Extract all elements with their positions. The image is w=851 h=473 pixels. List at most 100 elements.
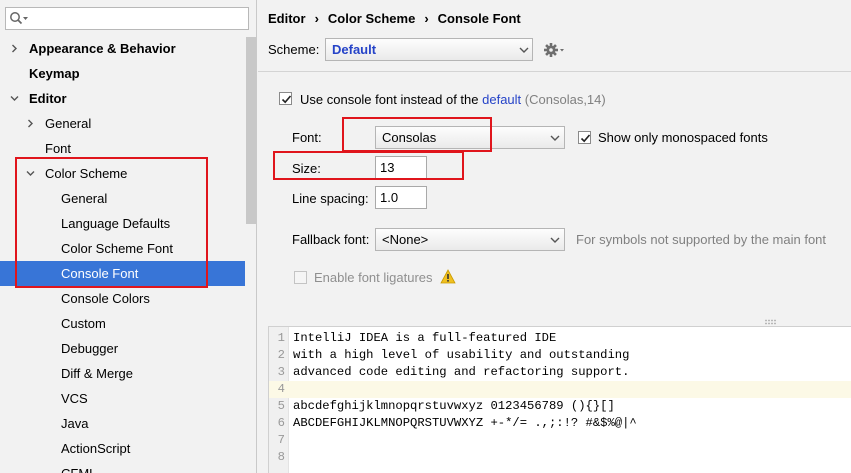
sidebar-item-label: Appearance & Behavior — [29, 41, 176, 56]
preview-line-text: with a high level of usability and outst… — [293, 348, 630, 362]
preview-line: 5 abcdefghijklmnopqrstuvwxyz 0123456789 (… — [269, 398, 851, 415]
chevron-right-icon[interactable] — [10, 44, 19, 53]
sidebar-item[interactable]: CFML — [0, 461, 256, 473]
use-console-font-label: Use console font instead of the default … — [300, 92, 606, 107]
preview-line: 6 ABCDEFGHIJKLMNOPQRSTUVWXYZ +-*/= .,;:!?… — [269, 415, 851, 432]
line-number: 2 — [277, 348, 285, 362]
breadcrumb-color-scheme: Color Scheme — [327, 11, 416, 26]
sidebar-item[interactable]: Diff & Merge — [0, 361, 256, 386]
font-dropdown[interactable]: Consolas — [375, 126, 565, 149]
sidebar-item-label: Keymap — [29, 66, 80, 81]
preview-line-text: advanced code editing and refactoring su… — [293, 365, 630, 379]
sidebar-item[interactable]: Appearance & Behavior — [0, 36, 256, 61]
sidebar-item[interactable]: Editor — [0, 86, 256, 111]
sidebar-item-label: Custom — [61, 316, 106, 331]
line-number: 1 — [277, 331, 285, 345]
checkmark-icon — [281, 95, 292, 104]
default-font-link[interactable]: default — [482, 92, 521, 107]
sidebar-item[interactable]: Console Colors — [0, 286, 256, 311]
sidebar-item-label: Color Scheme — [45, 166, 128, 181]
sidebar-item-label: Debugger — [61, 341, 119, 356]
settings-search-input[interactable] — [5, 7, 249, 30]
sidebar-item[interactable]: Debugger — [0, 336, 256, 361]
font-ligatures-checkbox[interactable] — [294, 271, 307, 284]
monospaced-only-checkbox[interactable] — [578, 131, 591, 144]
line-number: 3 — [277, 365, 285, 379]
size-input[interactable]: 13 — [375, 156, 427, 179]
sidebar-item-label: Diff & Merge — [61, 366, 134, 381]
font-ligatures-label: Enable font ligatures — [314, 270, 433, 285]
chevron-down-icon — [519, 47, 529, 53]
sidebar-item-label: Console Font — [61, 266, 139, 281]
scheme-label: Scheme: — [268, 42, 320, 57]
checkmark-icon — [580, 134, 591, 143]
fallback-font-dropdown[interactable]: <None> — [375, 228, 565, 251]
search-icon — [10, 12, 28, 25]
preview-line: 8 — [269, 449, 851, 466]
sidebar-item[interactable]: VCS — [0, 386, 256, 411]
preview-line: 3 advanced code editing and refactoring s… — [269, 364, 851, 381]
sidebar-item[interactable]: Console Font — [0, 261, 256, 286]
default-font-spec: (Consolas,14) — [524, 92, 606, 107]
breadcrumb: Editor › Color Scheme › Console Font — [268, 11, 521, 26]
sidebar-item[interactable]: General — [0, 186, 256, 211]
sidebar-item[interactable]: Keymap — [0, 61, 256, 86]
sidebar-item[interactable]: General — [0, 111, 256, 136]
font-value: Consolas — [382, 130, 437, 145]
line-number: 5 — [277, 399, 285, 413]
preview-line: 1 IntelliJ IDEA is a full-featured IDE — [269, 330, 851, 347]
preview-line-text: abcdefghijklmnopqrstuvwxyz 0123456789 ()… — [293, 399, 615, 413]
use-console-font-text: Use console font instead of the — [300, 92, 483, 107]
font-label: Font: — [292, 130, 322, 145]
line-number: 6 — [277, 416, 285, 430]
divider — [258, 71, 851, 72]
settings-sidebar: Appearance & Behavior Keymap Editor General… — [0, 0, 257, 473]
sidebar-item[interactable]: Font — [0, 136, 256, 161]
line-number: 4 — [277, 382, 285, 396]
sidebar-item-label: Font — [45, 141, 72, 156]
sidebar-item-label: General — [61, 191, 108, 206]
line-number: 8 — [277, 450, 285, 464]
gear-icon[interactable] — [543, 41, 565, 59]
breadcrumb-separator-icon: › — [314, 11, 319, 26]
sidebar-item-label: CFML — [61, 461, 96, 473]
line-number: 7 — [277, 433, 285, 447]
sidebar-item-label: General — [45, 116, 92, 131]
breadcrumb-separator-icon: › — [424, 11, 429, 26]
sidebar-item[interactable]: Color Scheme Font — [0, 236, 256, 261]
breadcrumb-editor: Editor — [268, 11, 306, 26]
sidebar-item-label: VCS — [61, 391, 88, 406]
scheme-dropdown[interactable]: Default — [325, 38, 533, 61]
size-value: 13 — [380, 160, 395, 175]
line-spacing-value: 1.0 — [380, 190, 399, 205]
line-spacing-label: Line spacing: — [292, 191, 369, 206]
sidebar-item-label: ActionScript — [61, 441, 131, 456]
line-spacing-input[interactable]: 1.0 — [375, 186, 427, 209]
sidebar-item-label: Java — [61, 416, 89, 431]
splitter-grip-icon[interactable] — [764, 319, 778, 325]
warning-icon — [440, 269, 456, 284]
sidebar-scrollbar-thumb[interactable] — [246, 37, 256, 224]
chevron-right-icon[interactable] — [26, 119, 35, 128]
fallback-font-hint: For symbols not supported by the main fo… — [576, 232, 827, 247]
chevron-down-icon[interactable] — [26, 169, 35, 178]
chevron-down-icon[interactable] — [10, 94, 19, 103]
sidebar-item-label: Color Scheme Font — [61, 241, 173, 256]
breadcrumb-console-font: Console Font — [437, 11, 521, 26]
preview-line: 4 — [269, 381, 851, 398]
sidebar-item[interactable]: ActionScript — [0, 436, 256, 461]
sidebar-item-label: Language Defaults — [61, 216, 171, 231]
preview-line-text: IntelliJ IDEA is a full-featured IDE — [293, 331, 557, 345]
sidebar-item[interactable]: Java — [0, 411, 256, 436]
sidebar-item[interactable]: Color Scheme — [0, 161, 256, 186]
sidebar-item[interactable]: Custom — [0, 311, 256, 336]
font-preview-editor[interactable]: 1 IntelliJ IDEA is a full-featured IDE 2 wi… — [268, 326, 851, 473]
console-font-panel: Editor › Color Scheme › Console Font Scheme:… — [258, 0, 851, 473]
preview-line: 2 with a high level of usability and outs… — [269, 347, 851, 364]
fallback-font-label: Fallback font: — [292, 232, 370, 247]
fallback-font-value: <None> — [382, 232, 429, 247]
use-console-font-checkbox[interactable] — [279, 92, 292, 105]
monospaced-only-label: Show only monospaced fonts — [598, 130, 768, 145]
scheme-value: Default — [332, 42, 377, 57]
sidebar-item[interactable]: Language Defaults — [0, 211, 256, 236]
